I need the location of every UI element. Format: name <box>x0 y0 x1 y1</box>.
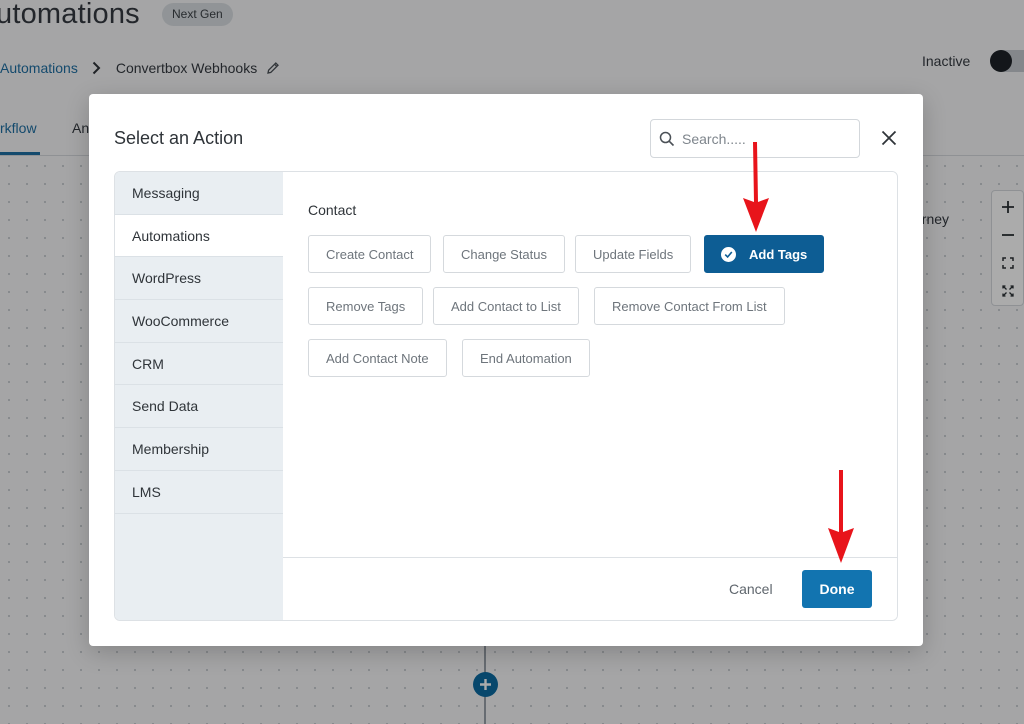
sidebar-item-lms[interactable]: LMS <box>115 471 283 514</box>
action-add-contact-to-list[interactable]: Add Contact to List <box>433 287 579 325</box>
action-end-automation[interactable]: End Automation <box>462 339 590 377</box>
action-update-fields[interactable]: Update Fields <box>575 235 692 273</box>
action-list-panel: Contact Create Contact Change Status Upd… <box>283 172 897 557</box>
action-label: Add Contact to List <box>451 298 561 314</box>
action-remove-contact-from-list[interactable]: Remove Contact From List <box>594 287 785 325</box>
action-label: Remove Tags <box>326 298 406 314</box>
action-change-status[interactable]: Change Status <box>443 235 566 273</box>
action-label: Add Tags <box>749 246 808 262</box>
action-label: Change Status <box>461 246 548 262</box>
sidebar-item-woocommerce[interactable]: WooCommerce <box>115 300 283 343</box>
category-sidebar: Messaging Automations WordPress WooComme… <box>115 172 283 620</box>
action-add-tags[interactable]: Add Tags <box>704 235 825 273</box>
modal-body: Messaging Automations WordPress WooComme… <box>114 171 898 621</box>
modal-title: Select an Action <box>114 128 244 148</box>
sidebar-item-messaging[interactable]: Messaging <box>115 172 283 215</box>
done-button[interactable]: Done <box>802 570 872 608</box>
cancel-button[interactable]: Cancel <box>729 581 773 597</box>
sidebar-item-wordpress[interactable]: WordPress <box>115 257 283 301</box>
action-remove-tags[interactable]: Remove Tags <box>308 287 424 325</box>
annotation-arrow-done-icon <box>828 470 854 563</box>
modal-footer: Cancel Done <box>283 557 897 620</box>
action-label: Remove Contact From List <box>612 298 767 314</box>
select-action-modal: Select an Action Messaging Automations W… <box>89 94 923 646</box>
section-title-contact: Contact <box>308 202 357 218</box>
sidebar-item-crm[interactable]: CRM <box>115 343 283 386</box>
action-label: Add Contact Note <box>326 350 429 366</box>
action-label: Create Contact <box>326 246 414 262</box>
action-label: Update Fields <box>593 246 674 262</box>
action-label: End Automation <box>480 350 572 366</box>
sidebar-item-send-data[interactable]: Send Data <box>115 385 283 429</box>
action-add-contact-note[interactable]: Add Contact Note <box>308 339 447 377</box>
action-create-contact[interactable]: Create Contact <box>308 235 432 273</box>
sidebar-item-membership[interactable]: Membership <box>115 428 283 471</box>
annotation-arrow-add-tags-icon <box>743 142 769 232</box>
search-icon <box>659 131 675 147</box>
close-icon[interactable] <box>879 128 899 148</box>
sidebar-item-automations[interactable]: Automations <box>115 214 283 258</box>
check-circle-icon <box>721 246 736 262</box>
